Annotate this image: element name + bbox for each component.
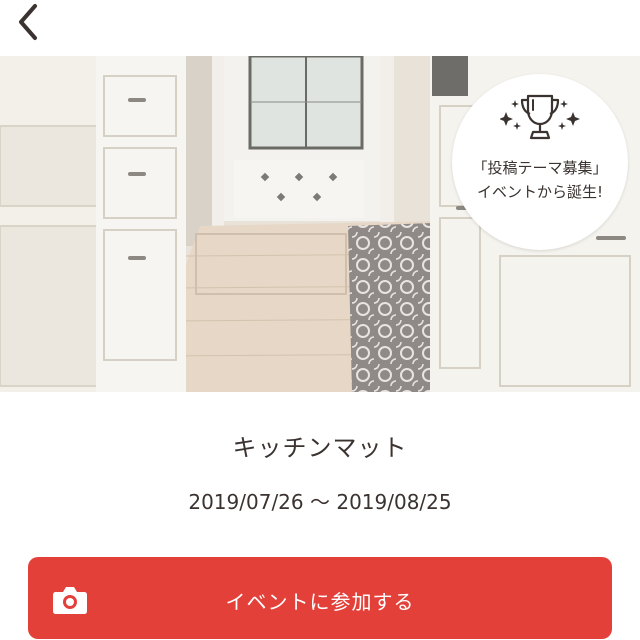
back-button[interactable] xyxy=(8,0,48,44)
chevron-left-icon xyxy=(19,4,37,40)
join-event-label: イベントに参加する xyxy=(225,590,415,614)
join-event-button[interactable]: イベントに参加する xyxy=(28,557,612,639)
event-period: 2019/07/26 ～ 2019/08/25 xyxy=(188,490,452,514)
trophy-icon xyxy=(500,94,580,140)
badge-line-2: イベントから誕生! xyxy=(476,183,603,201)
badge-line-1: 「投稿テーマ募集」 xyxy=(472,159,608,177)
theme-badge: 「投稿テーマ募集」 イベントから誕生! xyxy=(452,74,628,250)
event-hero-image: 「投稿テーマ募集」 イベントから誕生! xyxy=(0,56,640,392)
navigation-bar xyxy=(0,0,640,56)
event-title: キッチンマット xyxy=(232,434,408,462)
